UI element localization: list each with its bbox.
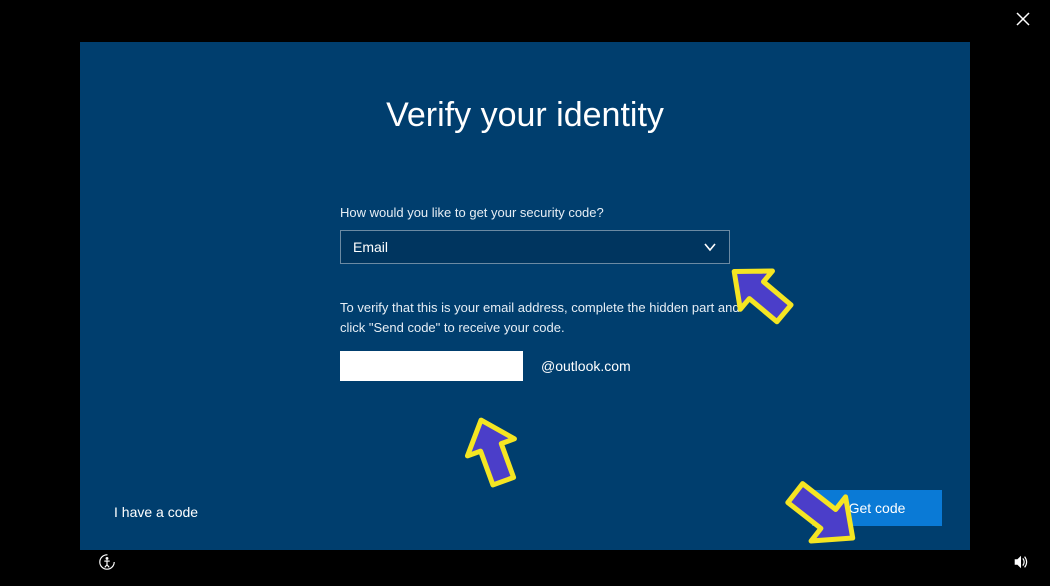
taskbar	[98, 553, 1030, 576]
close-button[interactable]	[1016, 12, 1030, 31]
email-input[interactable]	[340, 351, 523, 381]
have-code-link[interactable]: I have a code	[114, 504, 198, 520]
method-dropdown[interactable]: Email	[340, 230, 730, 264]
get-code-button[interactable]: Get code	[812, 490, 942, 526]
ease-of-access-icon	[98, 553, 116, 571]
dropdown-selected-value: Email	[353, 239, 388, 255]
instruction-text: To verify that this is your email addres…	[340, 298, 740, 337]
email-row: @outlook.com	[340, 351, 808, 381]
get-code-button-label: Get code	[849, 500, 906, 516]
email-domain-label: @outlook.com	[541, 358, 631, 374]
chevron-down-icon	[703, 240, 717, 254]
volume-icon	[1012, 553, 1030, 571]
ease-of-access-button[interactable]	[98, 553, 116, 576]
volume-button[interactable]	[1012, 553, 1030, 576]
page-title: Verify your identity	[80, 96, 970, 135]
verify-identity-panel: Verify your identity How would you like …	[80, 42, 970, 550]
close-icon	[1016, 12, 1030, 26]
form-content: How would you like to get your security …	[340, 205, 808, 381]
security-code-prompt: How would you like to get your security …	[340, 205, 808, 220]
